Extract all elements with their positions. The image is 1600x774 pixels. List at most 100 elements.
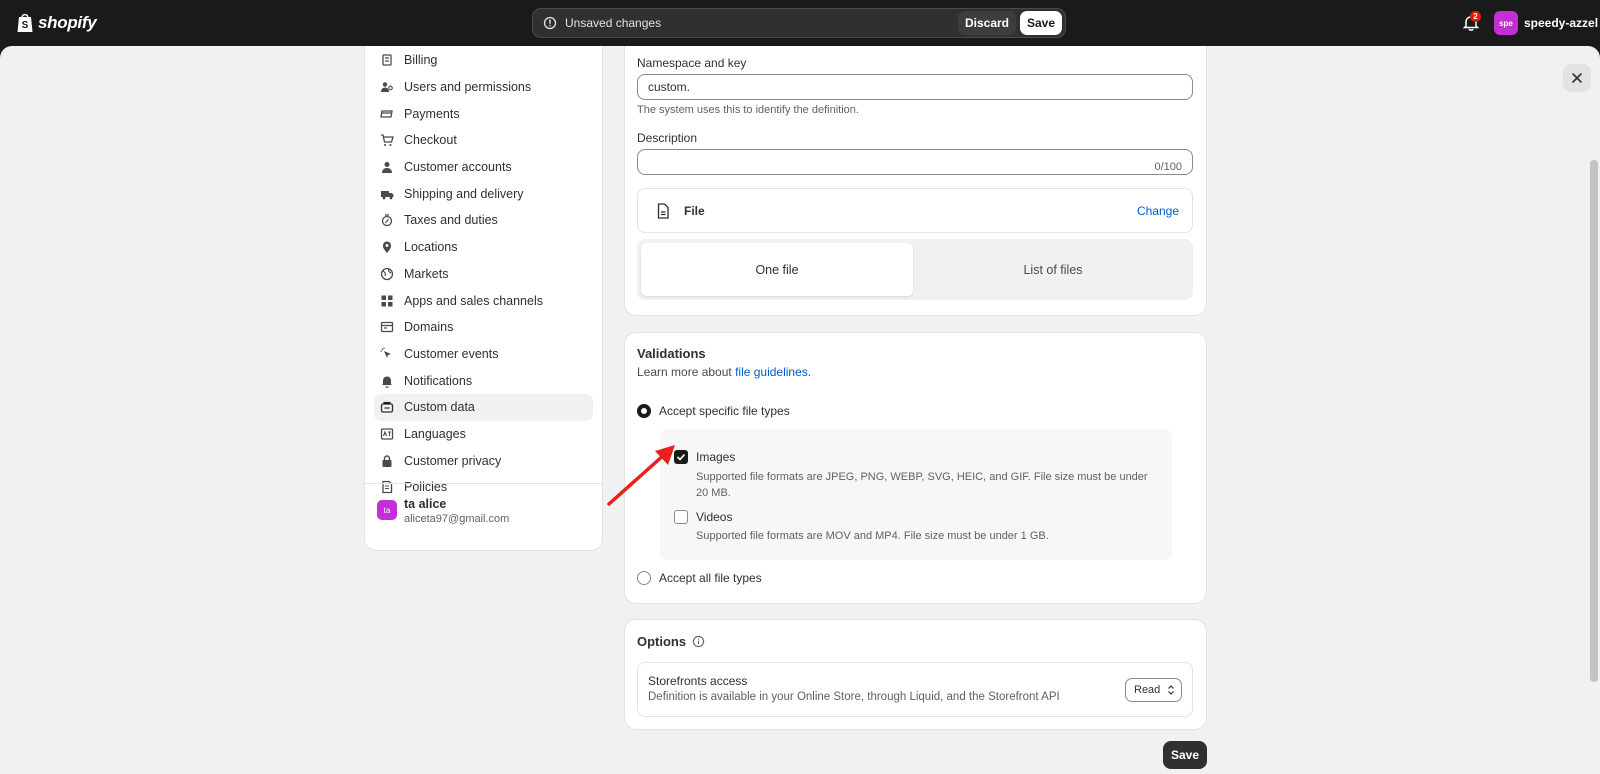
type-box: File Change — [637, 188, 1193, 233]
user-email: aliceta97@gmail.com — [404, 513, 510, 525]
unsaved-changes-bar: Unsaved changes Discard Save — [532, 8, 1066, 38]
sidebar-item-label: Checkout — [404, 133, 457, 148]
radio-accept-all-label: Accept all file types — [659, 571, 762, 585]
cursor-icon — [380, 347, 391, 358]
sidebar-item-billing[interactable]: Billing — [374, 47, 593, 74]
file-count-segment: One file List of files — [637, 239, 1193, 300]
learn-more-suffix: . — [807, 365, 812, 379]
notification-badge: 2 — [1470, 11, 1481, 22]
bell-icon — [382, 376, 392, 388]
sidebar-item-label: Customer events — [404, 346, 499, 361]
sidebar-item-locations[interactable]: Locations — [374, 234, 593, 261]
file-types-panel: Images Supported file formats are JPEG, … — [660, 429, 1172, 560]
storefront-access-select[interactable]: Read — [1125, 678, 1182, 702]
radio-accept-all[interactable] — [637, 571, 651, 585]
sidebar-item-markets[interactable]: Markets — [374, 261, 593, 288]
shopify-logo[interactable]: S shopify — [16, 12, 97, 33]
save-button-bottom[interactable]: Save — [1163, 741, 1207, 769]
videos-checkbox[interactable] — [674, 510, 688, 524]
radio-accept-specific[interactable] — [637, 404, 651, 418]
sidebar-item-label: Notifications — [404, 373, 473, 388]
annotation-arrow-icon — [607, 445, 675, 506]
current-user[interactable]: ta ta alice aliceta97@gmail.com — [365, 483, 602, 549]
sidebar-item-customer-accounts[interactable]: Customer accounts — [374, 154, 593, 181]
sidebar-item-label: Domains — [404, 320, 454, 335]
radio-accept-specific-label: Accept specific file types — [659, 404, 790, 418]
learn-more-text: Learn more about file guidelines. — [637, 365, 811, 379]
discard-button[interactable]: Discard — [958, 11, 1016, 35]
payments-icon — [380, 110, 393, 118]
sidebar-item-taxes-and-duties[interactable]: Taxes and duties — [374, 207, 593, 234]
sidebar-item-domains[interactable]: Domains — [374, 314, 593, 341]
sidebar-item-label: Locations — [404, 240, 458, 255]
taxes-icon — [381, 214, 393, 227]
sidebar-item-apps-and-sales-channels[interactable]: Apps and sales channels — [374, 287, 593, 314]
file-guidelines-link[interactable]: file guidelines — [735, 365, 808, 379]
store-avatar: spe — [1494, 11, 1518, 35]
user-avatar: ta — [377, 500, 397, 520]
top-bar: S shopify Unsaved changes Discard Save 2… — [0, 0, 1600, 46]
namespace-input[interactable]: custom. — [637, 74, 1193, 100]
definition-card: Namespace and key custom. The system use… — [624, 46, 1207, 316]
billing-icon — [382, 54, 392, 66]
sidebar-item-checkout[interactable]: Checkout — [374, 127, 593, 154]
sidebar-item-label: Billing — [404, 53, 438, 68]
close-button[interactable] — [1563, 64, 1591, 92]
info-icon — [543, 16, 557, 30]
store-menu[interactable]: spe speedy-azzel — [1494, 11, 1598, 35]
svg-text:S: S — [22, 20, 29, 31]
sidebar-item-label: Customer privacy — [404, 453, 502, 468]
user-name: ta alice — [404, 497, 447, 511]
images-help: Supported file formats are JPEG, PNG, WE… — [696, 471, 1148, 499]
change-type-link[interactable]: Change — [1137, 204, 1179, 218]
videos-help: Supported file formats are MOV and MP4. … — [696, 530, 1049, 542]
learn-more-prefix: Learn more about — [637, 365, 736, 379]
lock-icon — [382, 454, 392, 467]
sidebar-item-label: Markets — [404, 266, 449, 281]
sidebar-item-customer-privacy[interactable]: Customer privacy — [374, 447, 593, 474]
sidebar-item-customer-events[interactable]: Customer events — [374, 341, 593, 368]
storefront-access-desc: Definition is available in your Online S… — [648, 691, 1060, 703]
storefront-access-value: Read — [1134, 684, 1161, 696]
options-card: Options Storefronts access Definition is… — [624, 619, 1207, 730]
storefront-access-row: Storefronts access Definition is availab… — [637, 662, 1193, 717]
images-label: Images — [696, 450, 736, 464]
sidebar-item-label: Shipping and delivery — [404, 186, 524, 201]
languages-icon — [380, 428, 394, 440]
sidebar-item-label: Languages — [404, 426, 466, 441]
sidebar-item-custom-data[interactable]: Custom data — [374, 393, 593, 421]
file-icon — [657, 203, 669, 219]
sidebar-item-label: Taxes and duties — [404, 213, 498, 228]
store-name: speedy-azzel — [1524, 16, 1599, 30]
sidebar-item-languages[interactable]: Languages — [374, 421, 593, 448]
sidebar-item-users-and-permissions[interactable]: Users and permissions — [374, 74, 593, 101]
validations-card: Validations Learn more about file guidel… — [624, 332, 1207, 604]
segment-list-of-files[interactable]: List of files — [917, 243, 1189, 296]
options-title: Options — [637, 634, 687, 649]
users-icon — [381, 82, 393, 93]
sidebar-item-payments[interactable]: Payments — [374, 100, 593, 127]
sidebar-item-shipping-and-delivery[interactable]: Shipping and delivery — [374, 180, 593, 207]
validations-title: Validations — [637, 346, 706, 361]
scrollbar[interactable] — [1590, 160, 1598, 682]
cart-icon — [381, 134, 394, 147]
segment-one-file[interactable]: One file — [641, 243, 913, 296]
globe-icon — [380, 267, 394, 280]
apps-icon — [381, 295, 393, 307]
storefront-access-title: Storefronts access — [648, 674, 748, 688]
description-input[interactable]: 0/100 — [637, 149, 1193, 175]
options-info-icon[interactable] — [692, 635, 705, 648]
custom-data-icon — [380, 402, 394, 413]
domains-icon — [380, 322, 394, 333]
save-button-top[interactable]: Save — [1020, 11, 1062, 35]
description-counter: 0/100 — [1154, 161, 1182, 173]
truck-icon — [381, 190, 394, 200]
close-icon — [1572, 73, 1582, 83]
sidebar-item-notifications[interactable]: Notifications — [374, 367, 593, 394]
description-label: Description — [637, 131, 698, 145]
logo-wordmark: shopify — [38, 12, 97, 32]
settings-sheet: Billing Users and permissions Payments Chec… — [0, 46, 1600, 774]
namespace-help: The system uses this to identify the def… — [637, 104, 859, 116]
person-icon — [382, 162, 392, 174]
select-chevron-icon — [1168, 685, 1174, 695]
